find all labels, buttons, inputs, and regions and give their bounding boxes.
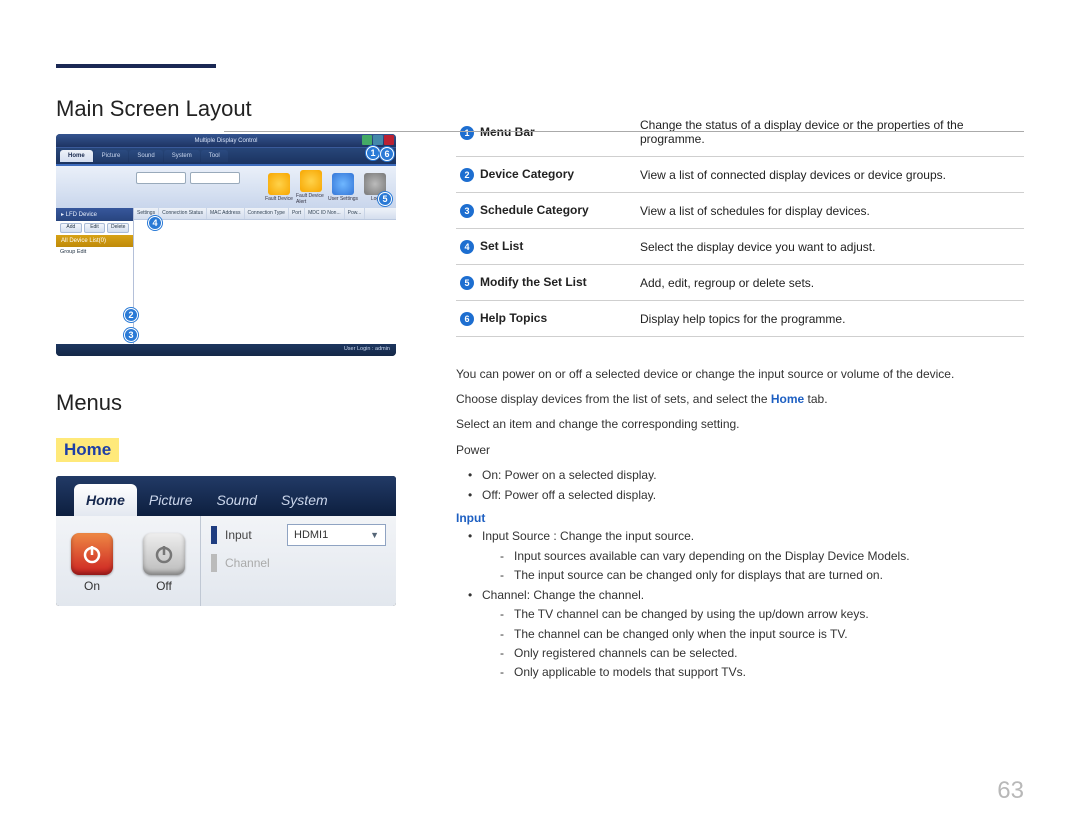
- header-rule-thick: [56, 64, 216, 68]
- sidebar-group-node: Group Edit: [56, 247, 133, 257]
- input-label: Input: [225, 528, 279, 542]
- heading-menus: Menus: [56, 390, 396, 416]
- tool-user-settings: User Settings: [328, 173, 358, 202]
- tab-tool: Tool: [201, 150, 228, 162]
- power-off-icon: [143, 533, 185, 575]
- paragraph: Select an item and change the correspond…: [456, 415, 1024, 434]
- power-on-icon: [71, 533, 113, 575]
- sidebar-add-button: Add: [60, 223, 82, 233]
- row-marker-icon: [211, 554, 217, 572]
- list-item: The channel can be changed only when the…: [500, 625, 1024, 644]
- num-3-icon: 3: [460, 204, 474, 218]
- list-item: Only registered channels can be selected…: [500, 644, 1024, 663]
- header-rule-thin: [224, 131, 1024, 132]
- window-titlebar: Multiple Display Control: [56, 134, 396, 148]
- num-1-icon: 1: [460, 126, 474, 140]
- grid-area: Settings Connection Status MAC Address C…: [134, 208, 396, 344]
- list-item: Input sources available can vary dependi…: [500, 547, 1024, 566]
- list-item: The input source can be changed only for…: [500, 566, 1024, 585]
- toolstrip-select-1: [136, 172, 186, 184]
- menu-bar: Home Picture Sound System Tool: [56, 148, 396, 166]
- definition-table: 1Menu BarChange the status of a display …: [456, 108, 1024, 337]
- window-min-icon: [362, 135, 372, 145]
- s2-tab-system: System: [269, 484, 340, 516]
- sidebar-lfd-header: ▸ LFD Device: [56, 208, 133, 221]
- tab-home: Home: [60, 150, 93, 162]
- list-item: On: Power on a selected display.: [468, 466, 1024, 486]
- paragraph: Power: [456, 441, 1024, 460]
- table-row: 5Modify the Set ListAdd, edit, regroup o…: [456, 265, 1024, 301]
- row-marker-icon: [211, 526, 217, 544]
- user-icon: [332, 173, 354, 195]
- num-4-icon: 4: [460, 240, 474, 254]
- callout-4: 4: [148, 216, 162, 230]
- sidebar-edit-button: Edit: [84, 223, 106, 233]
- sidebar: ▸ LFD Device Add Edit Delete All Device …: [56, 208, 134, 344]
- grid-header: Settings Connection Status MAC Address C…: [134, 208, 396, 220]
- list-item: Off: Power off a selected display.: [468, 486, 1024, 506]
- window-close-icon: [384, 135, 394, 145]
- tool-fault-alert: Fault Device Alert: [296, 170, 326, 205]
- heading-main-screen: Main Screen Layout: [56, 96, 396, 122]
- list-item: Input Source : Change the input source. …: [468, 527, 1024, 585]
- tab-system: System: [164, 150, 200, 162]
- callout-3: 3: [124, 328, 138, 342]
- table-row: 1Menu BarChange the status of a display …: [456, 108, 1024, 157]
- list-item: Only applicable to models that support T…: [500, 663, 1024, 682]
- callout-1: 1: [366, 146, 380, 160]
- status-bar: User Login : admin: [56, 344, 396, 356]
- power-on-button: On: [71, 533, 113, 593]
- toolstrip: Fault Device Fault Device Alert User Set…: [56, 166, 396, 208]
- subheading-home: Home: [56, 438, 119, 462]
- page-number: 63: [997, 777, 1024, 805]
- list-item: The TV channel can be changed by using t…: [500, 605, 1024, 624]
- list-item: Channel: Change the channel. The TV chan…: [468, 586, 1024, 683]
- input-row: Input HDMI1 ▼: [211, 524, 386, 546]
- table-row: 4Set ListSelect the display device you w…: [456, 229, 1024, 265]
- num-2-icon: 2: [460, 168, 474, 182]
- screenshot-home-tab: Home Picture Sound System On: [56, 476, 396, 606]
- paragraph: Choose display devices from the list of …: [456, 390, 1024, 409]
- screenshot-main-layout: Multiple Display Control Home Picture So…: [56, 134, 396, 356]
- sidebar-delete-button: Delete: [107, 223, 129, 233]
- alert-icon: [300, 170, 322, 192]
- window-max-icon: [373, 135, 383, 145]
- s2-tab-picture: Picture: [137, 484, 205, 516]
- table-row: 2Device CategoryView a list of connected…: [456, 157, 1024, 193]
- window-title: Multiple Display Control: [194, 138, 257, 144]
- tab-sound: Sound: [129, 150, 162, 162]
- channel-row: Channel: [211, 554, 386, 572]
- input-heading: Input: [456, 511, 1024, 525]
- paragraph: You can power on or off a selected devic…: [456, 365, 1024, 384]
- s2-tab-sound: Sound: [204, 484, 268, 516]
- tab-picture: Picture: [94, 150, 129, 162]
- callout-5: 5: [378, 192, 392, 206]
- warning-icon: [268, 173, 290, 195]
- power-off-button: Off: [143, 533, 185, 593]
- chevron-down-icon: ▼: [370, 530, 379, 540]
- num-6-icon: 6: [460, 312, 474, 326]
- s2-tab-home: Home: [74, 484, 137, 516]
- sidebar-all-device: All Device List(0): [56, 235, 133, 247]
- table-row: 6Help TopicsDisplay help topics for the …: [456, 301, 1024, 337]
- callout-2: 2: [124, 308, 138, 322]
- input-select: HDMI1 ▼: [287, 524, 386, 546]
- callout-6: 6: [380, 147, 394, 161]
- toolstrip-select-2: [190, 172, 240, 184]
- table-row: 3Schedule CategoryView a list of schedul…: [456, 193, 1024, 229]
- num-5-icon: 5: [460, 276, 474, 290]
- channel-label: Channel: [225, 556, 279, 570]
- tool-fault-device: Fault Device: [264, 173, 294, 202]
